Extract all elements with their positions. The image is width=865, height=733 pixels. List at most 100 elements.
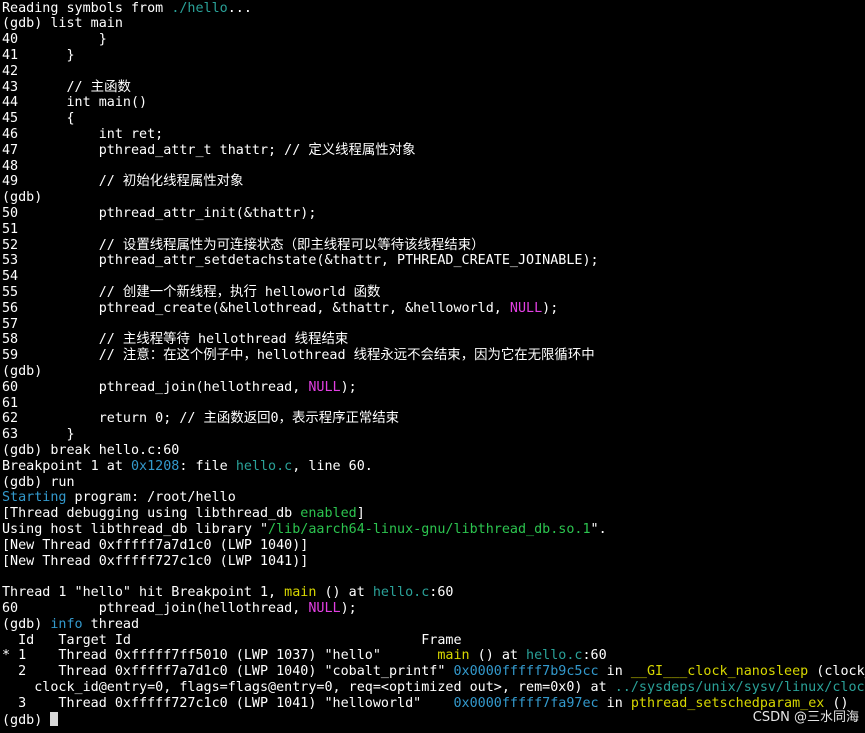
terminal-line: 53 pthread_attr_setdetachstate(&thattr, … [2,253,599,269]
terminal-line: 43 // 主函数 [2,80,131,96]
terminal-line: [New Thread 0xfffff727c1c0 (LWP 1041)] [2,554,308,570]
terminal-text: (gdb) [2,616,51,632]
terminal-line: (gdb) [2,364,42,380]
terminal-text: 49 // 初始化线程属性对象 [2,174,244,190]
terminal-text: 0x0000fffff7b9c5cc [453,664,599,680]
terminal-text: NULL [509,300,543,316]
terminal-line: 60 pthread_join(hellothread, NULL); [2,380,357,396]
terminal-line: (gdb) break hello.c:60 [2,443,179,459]
terminal-text: () at [469,648,527,664]
terminal-line: 50 pthread_attr_init(&thattr); [2,206,316,222]
terminal-text: enabled [300,506,357,522]
terminal-text: (clock_id=clock [816,664,865,680]
terminal-line: (gdb) [2,190,42,206]
terminal-line: (gdb) list main [2,16,123,32]
terminal-line: 47 pthread_attr_t thattr; // 定义线程属性对象 [2,143,415,159]
terminal-text: (gdb) list main [2,16,123,32]
terminal-text: 43 // 主函数 [2,79,131,95]
terminal-line: (gdb) info thread [2,617,139,633]
terminal-text: hello.c [526,648,583,664]
terminal-text: (gdb) run [2,474,75,490]
terminal-text: [New Thread 0xfffff7a7d1c0 (LWP 1040)] [2,537,309,553]
terminal-line: 62 return 0; // 主函数返回0，表示程序正常结束 [2,411,399,427]
terminal-text: 60 pthread_join(hellothread, [2,600,309,616]
terminal-text: 52 // 设置线程属性为可连接状态（即主线程可以等待该线程结束） [2,237,485,253]
terminal-line: 59 // 注意：在这个例子中，hellothread 线程永远不会结束，因为它… [2,348,595,364]
terminal-text: __GI___clock_nanosleep [630,664,809,680]
terminal-window[interactable]: Reading symbols from ./hello... (gdb) lis… [0,0,865,733]
csdn-watermark: CSDN @三水同海 [752,710,859,725]
terminal-text: 0x0000fffff7fa97ec [453,695,599,711]
terminal-text: ] [356,506,365,522]
terminal-cursor [50,711,59,726]
terminal-text: NULL [308,379,341,395]
terminal-line: 48 [2,159,18,175]
terminal-text: 0x1208 [131,458,180,474]
terminal-text: 53 pthread_attr_setdetachstate(&thattr, … [2,253,599,269]
terminal-line: 2 Thread 0xfffff7a7d1c0 (LWP 1040) "coba… [2,664,865,680]
terminal-text: () at [316,585,373,601]
terminal-line: 46 int ret; [2,127,163,143]
terminal-text: main [284,585,317,601]
terminal-line: 60 pthread_join(hellothread, NULL); [2,601,357,617]
terminal-text: 61 [2,395,19,411]
terminal-text: [Thread debugging using libthread_db [2,506,301,522]
terminal-line: 42 [2,64,18,80]
terminal-line: 57 [2,317,18,333]
terminal-line: Breakpoint 1 at 0x1208: file hello.c, li… [2,459,373,475]
terminal-text: Reading symbols from [2,0,172,16]
terminal-text: ); [542,300,559,316]
terminal-line: (gdb) [2,711,59,728]
terminal-line: 58 // 主线程等待 hellothread 线程结束 [2,332,348,348]
terminal-text: 51 [2,221,19,237]
terminal-line: * 1 Thread 0xfffff7ff5010 (LWP 1037) "he… [2,648,607,664]
terminal-text: in [598,664,631,680]
terminal-text: /lib/aarch64-linux-gnu/libthread_db.so.1 [268,521,591,537]
terminal-text: info [50,616,83,632]
terminal-text: (gdb) [2,363,43,379]
terminal-line: 51 [2,222,18,238]
terminal-line: 3 Thread 0xfffff727c1c0 (LWP 1041) "hell… [2,695,848,712]
terminal-text: :60 [429,585,454,601]
terminal-text: ". [590,521,607,537]
terminal-text: Starting [2,490,67,506]
terminal-line: 52 // 设置线程属性为可连接状态（即主线程可以等待该线程结束） [2,238,484,254]
terminal-line: Thread 1 "hello" hit Breakpoint 1, main … [2,585,453,601]
terminal-line: Reading symbols from ./hello... [2,1,252,17]
terminal-line: 45 { [2,111,75,127]
terminal-text: 44 int main() [2,95,148,111]
terminal-text: :60 [582,648,607,664]
terminal-text: 47 pthread_attr_t thattr; // 定义线程属性对象 [2,142,416,158]
terminal-text: thread [82,616,140,632]
terminal-text: , line 60. [292,458,373,474]
terminal-text: 3 Thread 0xfffff727c1c0 (LWP 1041) "hell… [2,695,454,711]
terminal-text: 50 pthread_attr_init(&thattr); [2,205,317,221]
terminal-text: 40 } [2,32,107,48]
terminal-text: 59 // 注意：在这个例子中，hellothread 线程永远不会结束，因为它… [2,348,595,364]
terminal-text: program: /root/hello [66,490,236,506]
terminal-line: 40 } [2,32,107,48]
terminal-text: 48 [2,158,19,174]
terminal-text: 55 // 创建一个新线程，执行 helloworld 函数 [2,284,381,300]
terminal-text: 60 pthread_join(hellothread, [2,379,309,395]
terminal-text: hello.c [372,585,430,601]
terminal-text: hello.c [235,458,293,474]
terminal-text: ./hello [171,0,228,16]
terminal-text: 41 } [2,47,75,63]
terminal-text: Breakpoint 1 at [2,458,131,474]
terminal-line: 49 // 初始化线程属性对象 [2,174,243,190]
terminal-line: 63 } [2,427,75,443]
terminal-line: 54 [2,269,18,285]
terminal-text: ); [340,379,357,395]
terminal-text: : file [179,458,236,474]
terminal-text: main [437,648,470,664]
terminal-text: 63 } [2,427,75,443]
terminal-text: Using host libthread_db library " [2,521,269,537]
terminal-line: [Thread debugging using libthread_db ena… [2,506,365,522]
terminal-text: ../sysdeps/unix/sysv/linux/clock_nanosle… [614,679,865,695]
terminal-text: 46 int ret; [2,126,164,142]
terminal-text: 62 return 0; // 主函数返回0，表示程序正常结束 [2,411,400,427]
terminal-line: clock_id@entry=0, flags=flags@entry=0, r… [2,680,865,696]
terminal-line: 41 } [2,48,75,64]
terminal-text: ... [227,0,252,16]
